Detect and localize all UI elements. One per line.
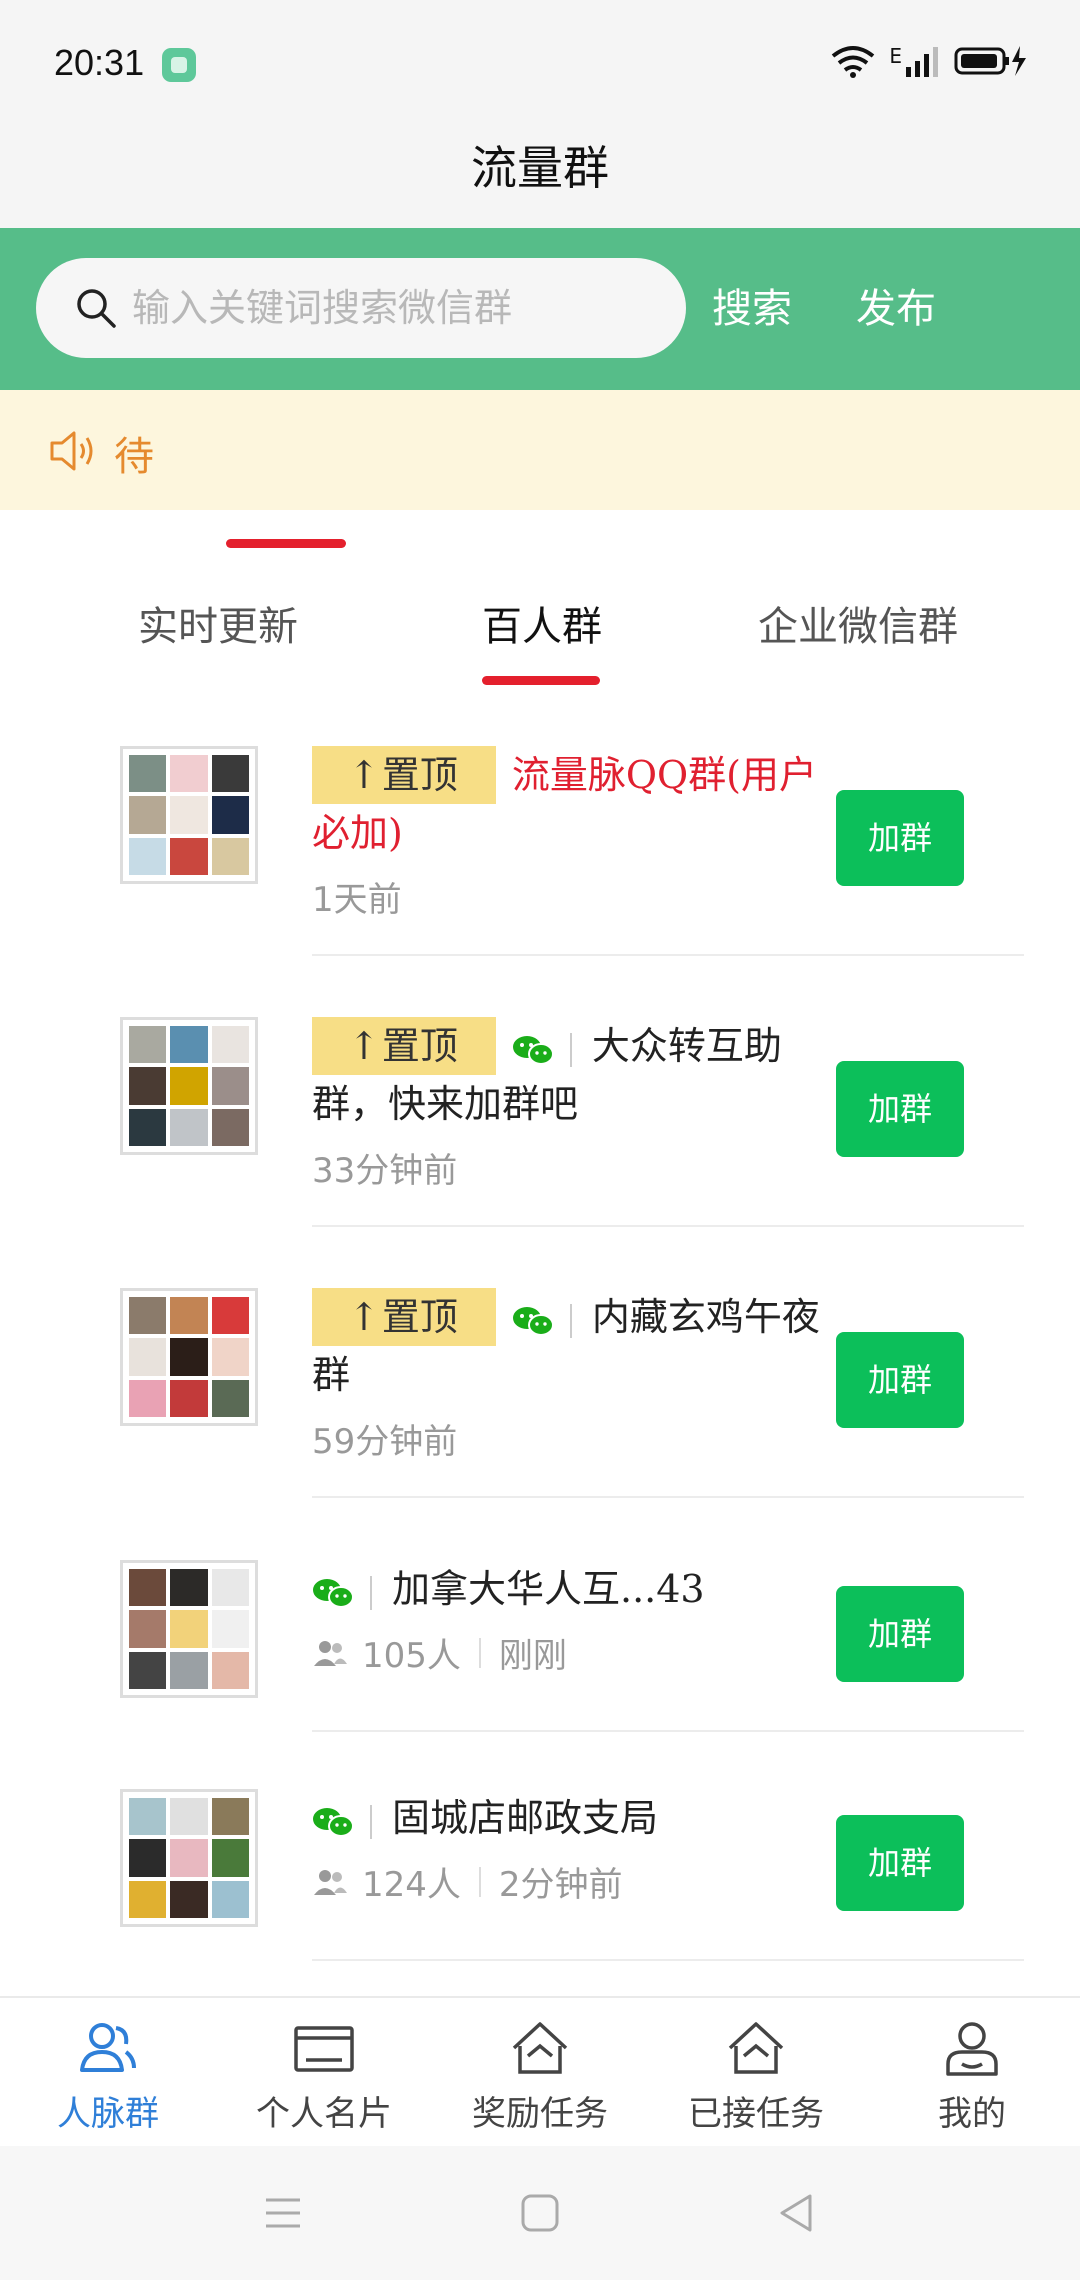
nav-item-contacts-groups[interactable]: 人脉群	[0, 2016, 216, 2135]
row-divider	[312, 1959, 1024, 1961]
nav-label: 人脉群	[57, 2094, 159, 2134]
tab-bar: 实时更新 百人群 企业微信群	[0, 580, 1080, 690]
nav-item-accepted-tasks[interactable]: 已接任务	[648, 2016, 864, 2135]
group-meta: 124人 2分钟前	[312, 1857, 832, 1906]
group-meta: 33分钟前	[312, 1143, 832, 1192]
page-title: 流量群	[471, 141, 609, 195]
row-divider	[312, 954, 1024, 956]
search-box[interactable]	[36, 258, 686, 358]
app-notification-icon	[162, 48, 196, 82]
nav-item-business-card[interactable]: 个人名片	[216, 2016, 432, 2135]
home-button-icon[interactable]	[517, 2190, 563, 2236]
group-title-continued: 群	[312, 1353, 351, 1397]
post-time: 1天前	[312, 880, 402, 920]
group-meta: 1天前	[312, 872, 832, 921]
active-tab-underline	[482, 676, 600, 685]
card-icon	[294, 2026, 354, 2072]
group-avatar	[120, 1288, 258, 1426]
post-time: 刚刚	[498, 1636, 567, 1676]
row-divider	[312, 1496, 1024, 1498]
tab-hundred-groups[interactable]: 百人群	[482, 594, 602, 652]
title-separator	[370, 1575, 372, 1610]
pinned-badge: ↑置顶	[312, 1017, 496, 1075]
status-bar: 20:31 E	[0, 0, 1080, 124]
group-title: ↑置顶 流量脉QQ群(用户	[312, 746, 832, 804]
group-avatar	[120, 1789, 258, 1927]
user-icon	[946, 2022, 998, 2076]
home-icon	[512, 2022, 568, 2074]
search-input[interactable]	[132, 276, 652, 340]
wechat-icon	[512, 1306, 554, 1336]
up-arrow-icon: ↑	[348, 1024, 380, 1068]
speaker-icon	[50, 431, 93, 471]
nav-item-reward-tasks[interactable]: 奖励任务	[432, 2016, 648, 2135]
battery-icon	[954, 46, 1026, 76]
wechat-icon	[313, 1807, 354, 1837]
search-band: 搜索 发布	[0, 228, 1080, 390]
system-nav-bar	[0, 2146, 1080, 2280]
group-title: ↑置顶 内藏玄鸡午夜	[312, 1288, 832, 1346]
join-group-button[interactable]: 加群	[836, 790, 964, 886]
back-icon[interactable]	[774, 2190, 820, 2236]
join-group-button[interactable]: 加群	[836, 1586, 964, 1682]
row-divider	[312, 1730, 1024, 1732]
status-time: 20:31	[54, 42, 145, 83]
signal-icon	[906, 47, 938, 77]
notice-text: 待	[114, 434, 154, 480]
title-bar: 流量群	[0, 124, 1080, 228]
group-meta: 105人 刚刚	[312, 1628, 832, 1677]
title-separator	[569, 1032, 572, 1067]
group-title: 加拿大华人互...43	[312, 1560, 832, 1618]
meta-divider	[478, 1637, 481, 1668]
group-avatar	[120, 746, 258, 884]
pinned-badge: ↑置顶	[312, 1288, 496, 1346]
row-divider	[312, 1225, 1024, 1227]
group-avatar	[120, 1017, 258, 1155]
join-group-button[interactable]: 加群	[836, 1815, 964, 1911]
status-icons: E	[831, 44, 1030, 78]
wechat-icon	[313, 1578, 354, 1608]
meta-divider	[478, 1866, 481, 1897]
join-group-button[interactable]: 加群	[836, 1332, 964, 1428]
people-icon	[314, 1640, 347, 1666]
group-title-continued: 必加)	[312, 811, 403, 855]
nav-label: 已接任务	[688, 2094, 824, 2134]
nav-label: 个人名片	[256, 2094, 392, 2134]
up-arrow-icon: ↑	[348, 1295, 380, 1339]
group-meta: 59分钟前	[312, 1414, 832, 1463]
join-group-button[interactable]: 加群	[836, 1061, 964, 1157]
nav-item-mine[interactable]: 我的	[864, 2016, 1080, 2135]
post-time: 59分钟前	[312, 1422, 458, 1462]
title-separator	[370, 1804, 372, 1839]
up-arrow-icon: ↑	[348, 753, 380, 797]
group-title: 固城店邮政支局	[312, 1789, 832, 1847]
menu-icon[interactable]	[260, 2190, 306, 2236]
bottom-nav: 人脉群 个人名片 奖励任务 已接任务 我的	[0, 1996, 1080, 2146]
nav-label: 我的	[938, 2094, 1006, 2134]
publish-button[interactable]: 发布	[856, 276, 936, 334]
tab-realtime[interactable]: 实时更新	[138, 594, 298, 652]
wechat-icon	[512, 1035, 554, 1065]
search-button[interactable]: 搜索	[712, 276, 792, 334]
scroll-indicator	[226, 539, 346, 548]
people-icon	[80, 2023, 136, 2072]
nav-label: 奖励任务	[472, 2094, 608, 2134]
pinned-badge: ↑置顶	[312, 746, 496, 804]
title-separator	[569, 1303, 572, 1338]
notice-bar[interactable]: 待	[0, 390, 1080, 510]
post-time: 2分钟前	[498, 1865, 623, 1905]
group-title: ↑置顶 大众转互助	[312, 1017, 832, 1075]
member-count: 105人	[362, 1636, 461, 1676]
group-title-continued: 群，快来加群吧	[312, 1082, 579, 1126]
home-icon	[728, 2022, 784, 2074]
group-avatar	[120, 1560, 258, 1698]
tab-enterprise-wechat[interactable]: 企业微信群	[758, 594, 958, 652]
search-icon	[77, 289, 116, 328]
wifi-icon	[832, 46, 875, 78]
people-icon	[314, 1869, 347, 1895]
network-type-label: E	[889, 44, 902, 68]
member-count: 124人	[362, 1865, 461, 1905]
post-time: 33分钟前	[312, 1151, 458, 1191]
